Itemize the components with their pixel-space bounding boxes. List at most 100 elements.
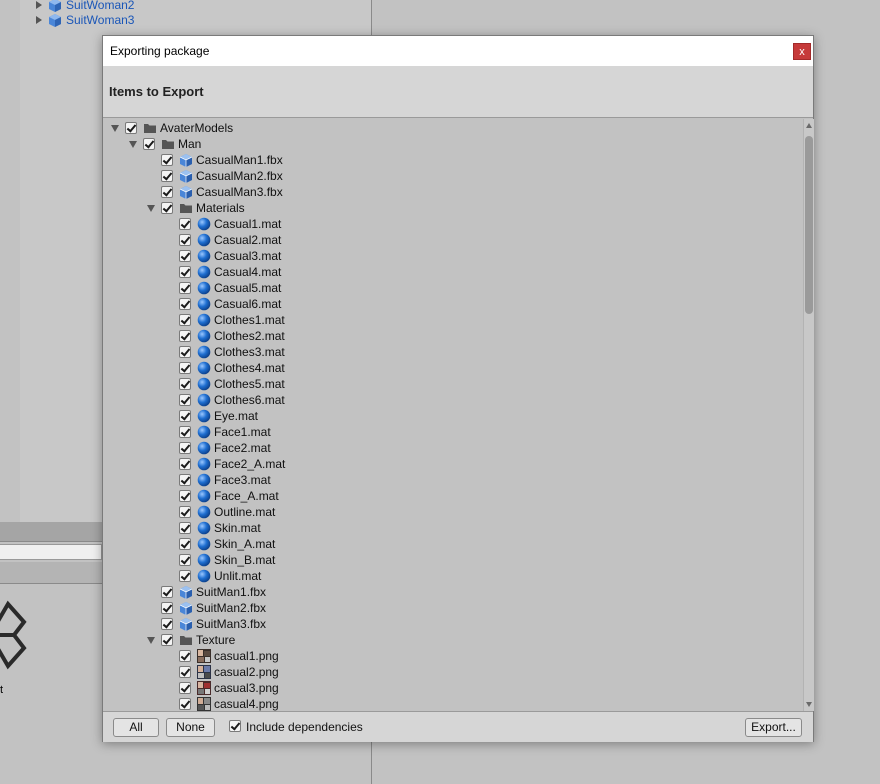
tree-row[interactable]: casual3.png [103,680,803,696]
tree-row[interactable]: AvaterModels [103,120,803,136]
item-checkbox[interactable] [179,426,191,438]
item-checkbox[interactable] [179,266,191,278]
item-checkbox[interactable] [161,602,173,614]
tree-row[interactable]: casual1.png [103,648,803,664]
item-checkbox[interactable] [125,122,137,134]
item-checkbox[interactable] [179,682,191,694]
item-checkbox[interactable] [179,330,191,342]
item-checkbox[interactable] [179,362,191,374]
tree-row[interactable]: Eye.mat [103,408,803,424]
expand-toggle-icon[interactable] [110,124,120,132]
unity-logo-icon [0,600,27,670]
tree-row[interactable]: Clothes2.mat [103,328,803,344]
item-checkbox[interactable] [179,538,191,550]
tree-row[interactable]: CasualMan2.fbx [103,168,803,184]
tree-row[interactable]: Clothes3.mat [103,344,803,360]
item-checkbox[interactable] [161,154,173,166]
tree-row[interactable]: Casual2.mat [103,232,803,248]
hierarchy-item[interactable]: SuitWoman3 [36,12,134,28]
tree-row[interactable]: SuitMan1.fbx [103,584,803,600]
expand-arrow-icon[interactable] [36,1,42,9]
texture-thumbnail-icon [197,649,211,663]
tree-row[interactable]: Clothes1.mat [103,312,803,328]
tree-row[interactable]: Clothes4.mat [103,360,803,376]
tree-row[interactable]: casual2.png [103,664,803,680]
tree-row[interactable]: Casual6.mat [103,296,803,312]
tree-row[interactable]: CasualMan3.fbx [103,184,803,200]
tree-row[interactable]: Texture [103,632,803,648]
select-all-button[interactable]: All [113,718,159,737]
tree-row[interactable]: Clothes5.mat [103,376,803,392]
item-checkbox[interactable] [179,474,191,486]
expand-toggle-icon[interactable] [146,636,156,644]
project-breadcrumb-bar [0,562,102,584]
tree-row[interactable]: casual4.png [103,696,803,711]
item-checkbox[interactable] [179,378,191,390]
tree-scrollbar[interactable] [803,119,814,711]
item-checkbox[interactable] [161,202,173,214]
tree-row[interactable]: Face_A.mat [103,488,803,504]
item-checkbox[interactable] [161,586,173,598]
item-checkbox[interactable] [179,522,191,534]
item-checkbox[interactable] [179,234,191,246]
tree-row[interactable]: Skin_B.mat [103,552,803,568]
item-checkbox[interactable] [143,138,155,150]
item-checkbox[interactable] [179,250,191,262]
item-checkbox[interactable] [161,634,173,646]
tree-row[interactable]: Face3.mat [103,472,803,488]
tree-item-label: casual2.png [214,665,279,679]
tree-row[interactable]: Face2_A.mat [103,456,803,472]
item-checkbox[interactable] [179,346,191,358]
close-button[interactable]: x [793,43,811,60]
tree-row[interactable]: Casual3.mat [103,248,803,264]
item-checkbox[interactable] [179,698,191,710]
scrollbar-thumb[interactable] [805,136,813,314]
item-checkbox[interactable] [179,666,191,678]
tree-row[interactable]: Clothes6.mat [103,392,803,408]
item-checkbox[interactable] [179,554,191,566]
item-checkbox[interactable] [179,410,191,422]
tree-row[interactable]: Casual1.mat [103,216,803,232]
model-prefab-icon [179,153,193,167]
expand-toggle-icon[interactable] [128,140,138,148]
tree-row[interactable]: Unlit.mat [103,568,803,584]
scroll-up-arrow-icon[interactable] [806,123,812,128]
tree-row[interactable]: Materials [103,200,803,216]
item-checkbox[interactable] [179,650,191,662]
scroll-down-arrow-icon[interactable] [806,702,812,707]
tree-row[interactable]: Skin.mat [103,520,803,536]
material-sphere-icon [197,377,211,391]
item-checkbox[interactable] [161,186,173,198]
tree-row[interactable]: Face2.mat [103,440,803,456]
item-checkbox[interactable] [161,618,173,630]
project-search-input[interactable] [0,544,102,560]
item-checkbox[interactable] [179,282,191,294]
expand-toggle-icon[interactable] [146,204,156,212]
item-checkbox[interactable] [179,218,191,230]
item-checkbox[interactable] [179,490,191,502]
select-none-button[interactable]: None [166,718,215,737]
include-dependencies-checkbox[interactable] [229,720,241,732]
item-checkbox[interactable] [179,298,191,310]
tree-row[interactable]: SuitMan2.fbx [103,600,803,616]
item-checkbox[interactable] [179,394,191,406]
tree-row[interactable]: Man [103,136,803,152]
item-checkbox[interactable] [179,458,191,470]
tree-row[interactable]: SuitMan3.fbx [103,616,803,632]
tree-row[interactable]: Casual5.mat [103,280,803,296]
tree-row[interactable]: Skin_A.mat [103,536,803,552]
item-checkbox[interactable] [179,506,191,518]
tree-row[interactable]: Casual4.mat [103,264,803,280]
tree-row[interactable]: Face1.mat [103,424,803,440]
tree-row[interactable]: Outline.mat [103,504,803,520]
material-sphere-icon [197,489,211,503]
tree-item-label: Eye.mat [214,409,259,423]
material-sphere-icon [197,521,211,535]
export-button[interactable]: Export... [745,718,802,737]
item-checkbox[interactable] [179,314,191,326]
item-checkbox[interactable] [179,570,191,582]
tree-row[interactable]: CasualMan1.fbx [103,152,803,168]
expand-arrow-icon[interactable] [36,16,42,24]
item-checkbox[interactable] [161,170,173,182]
item-checkbox[interactable] [179,442,191,454]
